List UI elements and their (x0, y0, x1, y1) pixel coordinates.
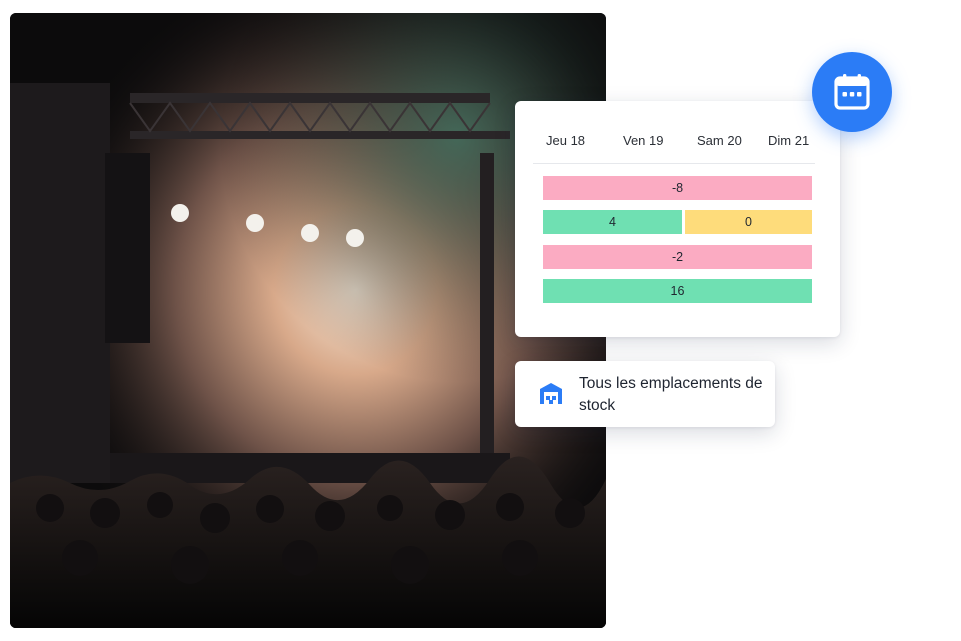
stock-bar-positive: 4 (543, 210, 682, 234)
calendar-icon (834, 74, 870, 110)
day-label: Sam 20 (697, 133, 742, 148)
stock-location-selector[interactable]: Tous les emplacements de stock (515, 361, 775, 427)
calendar-badge[interactable] (812, 52, 892, 132)
stock-bar-zero: 0 (685, 210, 812, 234)
warehouse-icon (540, 383, 562, 404)
day-label: Ven 19 (623, 133, 664, 148)
stock-location-label: Tous les emplacements de stock (579, 375, 763, 414)
stock-bar-positive: 16 (543, 279, 812, 303)
day-label: Jeu 18 (546, 133, 586, 148)
stock-bar-negative: -2 (543, 245, 812, 269)
day-header-row: Jeu 18 Ven 19 Sam 20 Dim 21 (533, 133, 815, 164)
stock-schedule-card: Jeu 18 Ven 19 Sam 20 Dim 21 -8 4 0 -2 16 (515, 101, 840, 337)
day-label: Dim 21 (768, 133, 810, 148)
stock-bar-negative: -8 (543, 176, 812, 200)
